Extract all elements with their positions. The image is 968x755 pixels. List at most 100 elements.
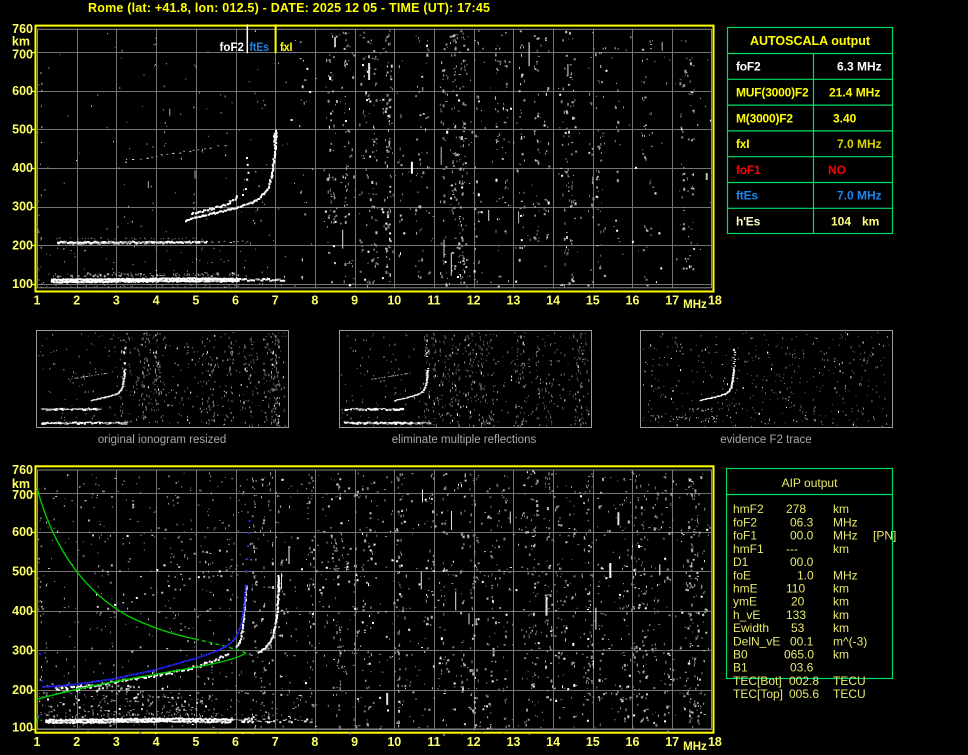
svg-text:200: 200 [12,238,33,252]
svg-text:5: 5 [192,294,199,308]
svg-text:h_vE: h_vE [733,608,760,622]
svg-text:06.3: 06.3 [790,515,814,529]
svg-text:760: 760 [12,463,33,477]
svg-text:17: 17 [665,735,679,749]
svg-text:3: 3 [113,735,120,749]
svg-text:00.0: 00.0 [790,555,814,569]
svg-text:foF2: foF2 [733,515,757,529]
svg-text:10: 10 [387,294,401,308]
svg-text:km: km [12,477,30,491]
svg-text:9: 9 [351,735,358,749]
svg-text:11: 11 [427,294,440,308]
svg-text:km: km [833,621,849,635]
svg-text:03.6: 03.6 [790,661,814,675]
svg-text:18: 18 [708,294,722,308]
svg-text:00.0: 00.0 [790,529,814,543]
svg-text:km: km [12,35,30,49]
svg-text:m^(-3): m^(-3) [833,634,867,648]
svg-text:20: 20 [791,595,805,609]
svg-text:original ionogram resized: original ionogram resized [98,434,226,446]
svg-text:500: 500 [12,565,33,579]
svg-text:2: 2 [73,735,80,749]
svg-text:7.0 MHz: 7.0 MHz [837,189,882,203]
svg-text:1: 1 [34,294,41,308]
svg-text:Rome (lat: +41.8, lon: 012.5): Rome (lat: +41.8, lon: 012.5) - DATE: 20… [88,1,490,15]
svg-text:12: 12 [467,735,481,749]
svg-text:9: 9 [351,294,358,308]
svg-text:110: 110 [786,581,805,595]
svg-text:km: km [833,595,849,609]
svg-text:foF2: foF2 [220,40,245,54]
svg-text:MHz: MHz [833,515,858,529]
svg-text:400: 400 [12,604,33,618]
svg-text:Ewidth: Ewidth [733,621,769,635]
svg-text:002.8: 002.8 [789,674,819,688]
svg-text:13: 13 [506,735,520,749]
svg-text:10: 10 [387,735,401,749]
svg-text:13: 13 [506,294,520,308]
svg-text:eliminate multiple reflections: eliminate multiple reflections [392,434,537,446]
svg-text:15: 15 [586,294,600,308]
svg-text:200: 200 [12,683,33,697]
svg-text:2: 2 [73,294,80,308]
svg-text:700: 700 [12,47,33,61]
svg-text:4: 4 [153,294,160,308]
svg-text:km: km [833,502,849,516]
svg-text:18: 18 [708,735,722,749]
svg-text:km: km [862,215,879,229]
svg-text:500: 500 [12,122,33,136]
svg-text:fxI: fxI [736,137,749,151]
svg-text:hmF2: hmF2 [733,502,764,516]
svg-text:300: 300 [12,643,33,657]
svg-text:600: 600 [12,84,33,98]
svg-text:14: 14 [546,294,560,308]
svg-text:km: km [833,542,849,556]
svg-text:MUF(3000)F2: MUF(3000)F2 [736,86,809,100]
svg-text:TECU: TECU [833,687,866,701]
svg-text:6: 6 [232,294,239,308]
svg-text:DelN_vE: DelN_vE [733,634,780,648]
svg-text:MHz: MHz [683,299,707,311]
svg-text:100: 100 [12,721,33,735]
svg-text:---: --- [786,542,798,556]
svg-text:TECU: TECU [833,674,866,688]
svg-text:km: km [833,648,849,662]
svg-text:8: 8 [311,735,318,749]
svg-text:21.4 MHz: 21.4 MHz [829,86,880,100]
svg-text:foF2: foF2 [736,60,761,74]
svg-text:M(3000)F2: M(3000)F2 [736,111,793,125]
svg-text:14: 14 [546,735,560,749]
svg-text:5: 5 [192,735,199,749]
svg-text:hmF1: hmF1 [733,542,764,556]
svg-text:300: 300 [12,200,33,214]
svg-text:8: 8 [311,294,318,308]
svg-text:16: 16 [626,294,640,308]
svg-text:TEC[Bot]: TEC[Bot] [733,674,782,688]
svg-text:foF1: foF1 [733,529,757,543]
svg-text:133: 133 [786,608,806,622]
svg-text:15: 15 [586,735,600,749]
svg-text:B1: B1 [733,661,748,675]
svg-text:MHz: MHz [833,529,858,543]
svg-text:km: km [833,581,849,595]
svg-text:7: 7 [272,294,279,308]
svg-text:AUTOSCALA output: AUTOSCALA output [750,34,871,48]
svg-text:16: 16 [626,735,640,749]
svg-text:evidence F2 trace: evidence F2 trace [720,434,811,446]
svg-text:ftEs: ftEs [250,40,270,54]
svg-text:104: 104 [831,215,851,229]
svg-text:1.0: 1.0 [797,568,814,582]
svg-text:100: 100 [12,277,33,291]
svg-text:00.1: 00.1 [790,634,814,648]
svg-text:h'Es: h'Es [736,215,761,229]
svg-text:3.40: 3.40 [833,111,857,125]
svg-text:400: 400 [12,161,33,175]
svg-text:600: 600 [12,525,33,539]
svg-text:foF1: foF1 [736,163,761,177]
svg-text:53: 53 [791,621,805,635]
svg-text:005.6: 005.6 [789,687,819,701]
svg-text:7.0 MHz: 7.0 MHz [837,137,882,151]
svg-text:D1: D1 [733,555,749,569]
svg-text:MHz: MHz [833,568,858,582]
svg-text:4: 4 [153,735,160,749]
